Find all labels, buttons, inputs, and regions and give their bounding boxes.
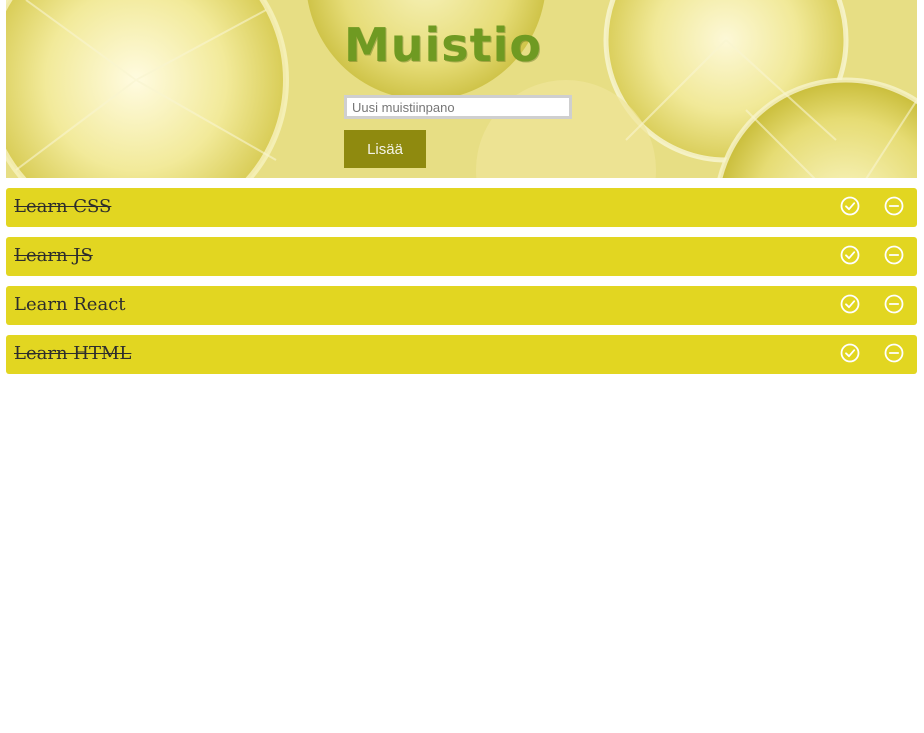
mark-done-button[interactable]	[839, 195, 861, 217]
minus-circle-icon	[884, 245, 904, 265]
header-banner: Muistio Lisää	[6, 0, 917, 178]
todo-text[interactable]: Learn CSS	[14, 196, 111, 217]
new-note-input[interactable]	[344, 95, 572, 119]
mark-done-button[interactable]	[839, 293, 861, 315]
check-circle-icon	[840, 196, 860, 216]
remove-button[interactable]	[883, 244, 905, 266]
remove-button[interactable]	[883, 293, 905, 315]
check-circle-icon	[840, 245, 860, 265]
todo-text[interactable]: Learn HTML	[14, 343, 131, 364]
minus-circle-icon	[884, 294, 904, 314]
todo-item: Learn React	[6, 286, 917, 325]
todo-item: Learn CSS	[6, 188, 917, 227]
mark-done-button[interactable]	[839, 244, 861, 266]
todo-text[interactable]: Learn React	[14, 294, 126, 315]
check-circle-icon	[840, 343, 860, 363]
mark-done-button[interactable]	[839, 342, 861, 364]
check-circle-icon	[840, 294, 860, 314]
remove-button[interactable]	[883, 195, 905, 217]
todo-list: Learn CSS Learn JS Learn React Learn HTM…	[6, 188, 917, 384]
app-title: Muistio	[344, 18, 543, 72]
todo-text[interactable]: Learn JS	[14, 245, 93, 266]
todo-item: Learn JS	[6, 237, 917, 276]
add-button[interactable]: Lisää	[344, 130, 426, 168]
remove-button[interactable]	[883, 342, 905, 364]
minus-circle-icon	[884, 343, 904, 363]
todo-item: Learn HTML	[6, 335, 917, 374]
minus-circle-icon	[884, 196, 904, 216]
